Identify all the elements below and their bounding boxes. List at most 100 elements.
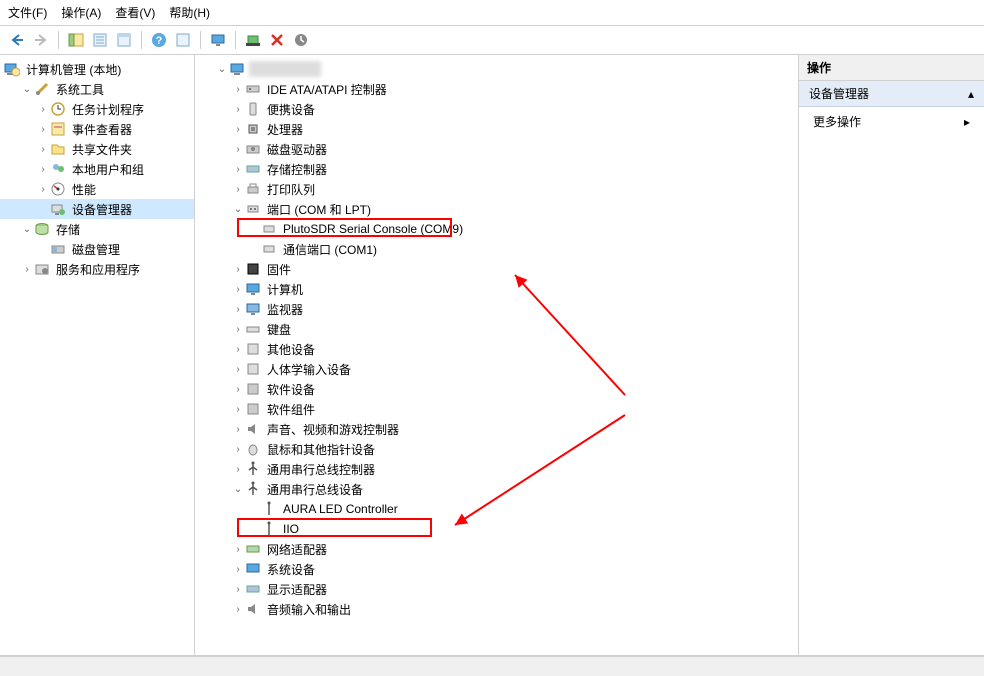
dev-display[interactable]: ›显示适配器 xyxy=(195,579,798,599)
expand-icon[interactable]: › xyxy=(231,104,245,115)
expand-icon[interactable]: › xyxy=(231,164,245,175)
dev-com1[interactable]: 通信端口 (COM1) xyxy=(195,239,798,259)
dev-usb-dev[interactable]: ⌄通用串行总线设备 xyxy=(195,479,798,499)
expand-icon[interactable]: › xyxy=(231,604,245,615)
tree-local-users[interactable]: › 本地用户和组 xyxy=(0,159,194,179)
expand-icon[interactable]: › xyxy=(36,104,50,115)
dev-firmware[interactable]: ›固件 xyxy=(195,259,798,279)
expand-icon[interactable]: › xyxy=(231,444,245,455)
status-bar xyxy=(0,656,984,676)
update-driver-button[interactable] xyxy=(290,29,312,51)
tree-task-scheduler[interactable]: › 任务计划程序 xyxy=(0,99,194,119)
dev-ports[interactable]: ⌄ 端口 (COM 和 LPT) xyxy=(195,199,798,219)
dev-keyboards[interactable]: ›键盘 xyxy=(195,319,798,339)
dev-ide[interactable]: ›IDE ATA/ATAPI 控制器 xyxy=(195,79,798,99)
menu-view[interactable]: 查看(V) xyxy=(115,4,155,21)
dev-processors[interactable]: ›处理器 xyxy=(195,119,798,139)
expand-icon[interactable]: › xyxy=(231,424,245,435)
forward-button[interactable] xyxy=(30,29,52,51)
services-icon xyxy=(34,261,50,277)
expand-icon[interactable]: ⌄ xyxy=(215,64,229,75)
dev-computer[interactable]: ›计算机 xyxy=(195,279,798,299)
dev-storage-ctrl[interactable]: ›存储控制器 xyxy=(195,159,798,179)
tree-label: 系统工具 xyxy=(54,80,106,99)
expand-icon[interactable]: ⌄ xyxy=(231,204,245,215)
dev-system[interactable]: ›系统设备 xyxy=(195,559,798,579)
expand-icon[interactable]: › xyxy=(231,264,245,275)
expand-icon[interactable]: › xyxy=(231,184,245,195)
dev-other[interactable]: ›其他设备 xyxy=(195,339,798,359)
expand-icon[interactable]: › xyxy=(36,164,50,175)
expand-icon[interactable]: ⌄ xyxy=(20,84,34,95)
dev-audio[interactable]: ›音频输入和输出 xyxy=(195,599,798,619)
dev-monitors[interactable]: ›监视器 xyxy=(195,299,798,319)
expand-icon[interactable]: › xyxy=(231,124,245,135)
details-button[interactable] xyxy=(113,29,135,51)
dev-portable[interactable]: ›便携设备 xyxy=(195,99,798,119)
tree-storage[interactable]: ⌄ 存储 xyxy=(0,219,194,239)
toolbar: ? xyxy=(0,26,984,55)
expand-icon[interactable]: › xyxy=(231,564,245,575)
tree-performance[interactable]: › 性能 xyxy=(0,179,194,199)
actions-panel-title[interactable]: 设备管理器 ▴ xyxy=(799,81,984,107)
tree-label: 端口 (COM 和 LPT) xyxy=(265,200,373,219)
expand-icon[interactable]: › xyxy=(231,284,245,295)
tree-device-manager[interactable]: 设备管理器 xyxy=(0,199,194,219)
dev-network[interactable]: ›网络适配器 xyxy=(195,539,798,559)
dev-disk-drives[interactable]: ›磁盘驱动器 xyxy=(195,139,798,159)
dev-root-computer[interactable]: ⌄ ████████ xyxy=(195,59,798,79)
menu-file[interactable]: 文件(F) xyxy=(8,4,47,21)
dev-usb-ctrl[interactable]: ›通用串行总线控制器 xyxy=(195,459,798,479)
uninstall-button[interactable] xyxy=(266,29,288,51)
dev-hid[interactable]: ›人体学输入设备 xyxy=(195,359,798,379)
actions-more[interactable]: 更多操作 ▸ xyxy=(799,107,984,136)
expand-icon[interactable]: › xyxy=(36,124,50,135)
dev-mice[interactable]: ›鼠标和其他指针设备 xyxy=(195,439,798,459)
expand-icon[interactable]: › xyxy=(231,544,245,555)
expand-icon[interactable]: ⌄ xyxy=(231,484,245,495)
expand-icon[interactable]: ⌄ xyxy=(20,224,34,235)
expand-icon[interactable]: › xyxy=(231,364,245,375)
expand-icon[interactable]: › xyxy=(231,344,245,355)
display-icon xyxy=(245,581,261,597)
scan-hardware-button[interactable] xyxy=(242,29,264,51)
expand-icon[interactable]: › xyxy=(231,404,245,415)
tree-event-viewer[interactable]: › 事件查看器 xyxy=(0,119,194,139)
tree-services[interactable]: › 服务和应用程序 xyxy=(0,259,194,279)
dev-pluto[interactable]: PlutoSDR Serial Console (COM9) xyxy=(195,219,798,239)
dev-sound[interactable]: ›声音、视频和游戏控制器 xyxy=(195,419,798,439)
expand-icon[interactable]: › xyxy=(231,84,245,95)
usb-icon xyxy=(245,461,261,477)
properties-button[interactable] xyxy=(89,29,111,51)
menu-action[interactable]: 操作(A) xyxy=(61,4,101,21)
back-button[interactable] xyxy=(6,29,28,51)
disk-drive-icon xyxy=(245,141,261,157)
dev-aura[interactable]: AURA LED Controller xyxy=(195,499,798,519)
expand-icon[interactable]: › xyxy=(36,144,50,155)
expand-icon[interactable]: › xyxy=(231,584,245,595)
console-tree[interactable]: 计算机管理 (本地) ⌄ 系统工具 › 任务计划程序 › 事件查看器 › 共享文… xyxy=(0,55,195,655)
collapse-icon[interactable]: ▴ xyxy=(968,87,974,101)
tree-shared-folders[interactable]: › 共享文件夹 xyxy=(0,139,194,159)
device-tree[interactable]: ⌄ ████████ ›IDE ATA/ATAPI 控制器 ›便携设备 ›处理器… xyxy=(195,55,799,655)
dev-print-queues[interactable]: ›打印队列 xyxy=(195,179,798,199)
tree-root[interactable]: 计算机管理 (本地) xyxy=(0,59,194,79)
menu-help[interactable]: 帮助(H) xyxy=(169,4,210,21)
expand-icon[interactable]: › xyxy=(231,464,245,475)
dev-software-comp[interactable]: ›软件组件 xyxy=(195,399,798,419)
tree-disk-mgmt[interactable]: 磁盘管理 xyxy=(0,239,194,259)
dev-software[interactable]: ›软件设备 xyxy=(195,379,798,399)
expand-icon[interactable]: › xyxy=(20,264,34,275)
refresh-button[interactable] xyxy=(172,29,194,51)
expand-icon[interactable]: › xyxy=(231,304,245,315)
expand-icon[interactable]: › xyxy=(231,144,245,155)
dev-iio[interactable]: IIO xyxy=(195,519,798,539)
monitor-button[interactable] xyxy=(207,29,229,51)
tree-system-tools[interactable]: ⌄ 系统工具 xyxy=(0,79,194,99)
mouse-icon xyxy=(245,441,261,457)
help-button[interactable]: ? xyxy=(148,29,170,51)
show-hide-tree-button[interactable] xyxy=(65,29,87,51)
expand-icon[interactable]: › xyxy=(36,184,50,195)
expand-icon[interactable]: › xyxy=(231,324,245,335)
expand-icon[interactable]: › xyxy=(231,384,245,395)
